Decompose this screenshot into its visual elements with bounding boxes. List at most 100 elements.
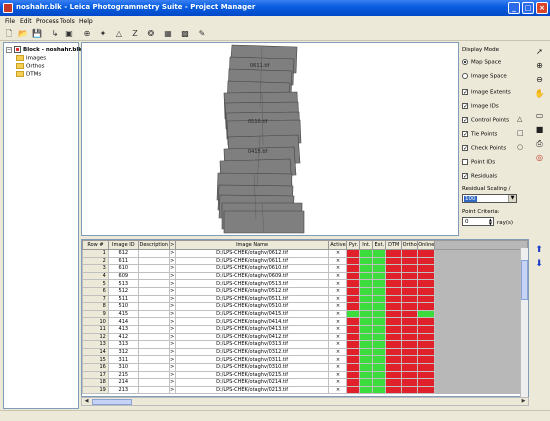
active-cell[interactable]: × xyxy=(328,279,348,288)
menu-process[interactable]: Process xyxy=(36,18,59,25)
menu-file[interactable]: File xyxy=(5,18,15,25)
radio-icon[interactable] xyxy=(462,73,468,79)
ortho-status-cell[interactable] xyxy=(401,317,419,326)
dtm-status-cell[interactable] xyxy=(385,294,403,304)
exterior-status-cell[interactable] xyxy=(372,271,387,281)
ortho-status-cell[interactable] xyxy=(401,378,419,387)
description-cell[interactable] xyxy=(137,256,170,266)
expand-cell[interactable]: > xyxy=(168,256,176,266)
exterior-status-cell[interactable] xyxy=(372,340,387,349)
pyramid-status-cell[interactable] xyxy=(346,286,361,296)
table-row[interactable]: 19 213 > D:/LPS-CHEK/otaghv/0213.tif × xyxy=(82,385,528,395)
interior-status-cell[interactable] xyxy=(359,378,374,387)
interior-status-cell[interactable] xyxy=(359,249,374,258)
select-arrow-icon[interactable]: ➚ xyxy=(534,46,545,57)
active-cell[interactable]: × xyxy=(328,264,348,273)
dtm-status-cell[interactable] xyxy=(385,286,403,296)
description-cell[interactable] xyxy=(137,279,170,288)
pyramid-status-cell[interactable] xyxy=(346,249,361,258)
active-cell[interactable]: × xyxy=(328,317,348,326)
image-id-cell[interactable]: 513 xyxy=(107,279,139,288)
row-number-cell[interactable]: 4 xyxy=(82,271,109,281)
point-measurement-icon[interactable]: ⊕ xyxy=(82,29,92,39)
expand-cell[interactable]: > xyxy=(168,249,176,258)
pyramid-status-cell[interactable] xyxy=(346,378,361,387)
active-cell[interactable]: × xyxy=(328,340,348,349)
mosaic-icon[interactable]: ▩ xyxy=(180,29,190,39)
row-number-cell[interactable]: 11 xyxy=(82,324,109,334)
online-status-cell[interactable] xyxy=(417,264,436,273)
tree-root[interactable]: − Block - noshahr.blk xyxy=(6,46,82,53)
ortho-status-cell[interactable] xyxy=(401,385,419,395)
image-name-cell[interactable]: D:/LPS-CHEK/otaghv/0610.tif xyxy=(174,264,330,273)
ortho-status-cell[interactable] xyxy=(401,249,419,258)
pyramid-status-cell[interactable] xyxy=(346,385,361,395)
target-icon[interactable]: ◎ xyxy=(534,152,545,163)
online-status-cell[interactable] xyxy=(417,249,436,258)
scroll-thumb[interactable] xyxy=(92,399,132,405)
row-number-cell[interactable]: 1 xyxy=(82,249,109,258)
online-status-cell[interactable] xyxy=(417,286,436,296)
pyramid-status-cell[interactable] xyxy=(346,264,361,273)
chevron-down-icon[interactable]: ▼ xyxy=(508,195,516,202)
table-row[interactable]: 6 512 > D:/LPS-CHEK/otaghv/0512.tif × xyxy=(82,286,528,296)
image-id-cell[interactable]: 311 xyxy=(107,355,139,364)
expand-cell[interactable]: > xyxy=(168,286,176,296)
control-points-checkbox[interactable]: ✓ Control Points xyxy=(462,117,509,124)
exterior-status-cell[interactable] xyxy=(372,347,387,357)
expand-cell[interactable]: > xyxy=(168,370,176,380)
exterior-status-cell[interactable] xyxy=(372,249,387,258)
active-cell[interactable]: × xyxy=(328,324,348,334)
scroll-left-icon[interactable]: ◀ xyxy=(82,398,91,405)
expand-cell[interactable]: > xyxy=(168,324,176,334)
online-status-cell[interactable] xyxy=(417,362,436,372)
dtm-status-cell[interactable] xyxy=(385,332,403,342)
interior-status-cell[interactable] xyxy=(359,385,374,395)
table-row[interactable]: 13 313 > D:/LPS-CHEK/otaghv/0313.tif × xyxy=(82,340,528,349)
expand-cell[interactable]: > xyxy=(168,347,176,357)
exterior-status-cell[interactable] xyxy=(372,294,387,304)
image-id-cell[interactable]: 213 xyxy=(107,385,139,395)
expand-cell[interactable]: > xyxy=(168,317,176,326)
online-status-cell[interactable] xyxy=(417,370,436,380)
active-cell[interactable]: × xyxy=(328,294,348,304)
frame-editor-icon[interactable]: ▣ xyxy=(64,29,74,39)
dtm-status-cell[interactable] xyxy=(385,256,403,266)
checkbox-icon[interactable]: ✓ xyxy=(462,103,468,110)
table-row[interactable]: 1 612 > D:/LPS-CHEK/otaghv/0612.tif × xyxy=(82,249,528,258)
menu-tools[interactable]: Tools xyxy=(60,18,75,25)
image-name-cell[interactable]: D:/LPS-CHEK/otaghv/0313.tif xyxy=(174,340,330,349)
exterior-status-cell[interactable] xyxy=(372,362,387,372)
col-description[interactable]: Description xyxy=(137,240,170,250)
expand-cell[interactable]: > xyxy=(168,302,176,311)
col-image-name[interactable]: Image Name xyxy=(174,240,330,250)
pan-hand-icon[interactable]: ✋ xyxy=(534,88,545,99)
row-number-cell[interactable]: 14 xyxy=(82,347,109,357)
row-number-cell[interactable]: 3 xyxy=(82,264,109,273)
expand-cell[interactable]: > xyxy=(168,340,176,349)
table-row[interactable]: 4 609 > D:/LPS-CHEK/otaghv/0609.tif × xyxy=(82,271,528,281)
image-name-cell[interactable]: D:/LPS-CHEK/otaghv/0510.tif xyxy=(174,302,330,311)
expand-cell[interactable]: > xyxy=(168,355,176,364)
online-status-cell[interactable] xyxy=(417,302,436,311)
table-vertical-scrollbar[interactable] xyxy=(520,248,528,397)
image-id-cell[interactable]: 310 xyxy=(107,362,139,372)
col-row-number[interactable]: Row # xyxy=(82,240,109,250)
image-id-cell[interactable]: 215 xyxy=(107,370,139,380)
row-number-cell[interactable]: 16 xyxy=(82,362,109,372)
minimize-button[interactable]: _ xyxy=(508,2,520,14)
image-name-cell[interactable]: D:/LPS-CHEK/otaghv/0512.tif xyxy=(174,286,330,296)
image-name-cell[interactable]: D:/LPS-CHEK/otaghv/0213.tif xyxy=(174,385,330,395)
dtm-status-cell[interactable] xyxy=(385,309,403,319)
expand-cell[interactable]: > xyxy=(168,279,176,288)
tie-points-checkbox[interactable]: ✓ Tie Points xyxy=(462,131,497,138)
menu-help[interactable]: Help xyxy=(79,18,93,25)
description-cell[interactable] xyxy=(137,378,170,387)
zoom-in-icon[interactable]: ⊕ xyxy=(534,60,545,71)
image-id-cell[interactable]: 312 xyxy=(107,347,139,357)
description-cell[interactable] xyxy=(137,302,170,311)
block-map-canvas[interactable]: 0611.tif 0510.tif 0415.tif xyxy=(81,42,459,236)
pyramid-status-cell[interactable] xyxy=(346,302,361,311)
ortho-status-cell[interactable] xyxy=(401,332,419,342)
tie-point-icon[interactable]: ✦ xyxy=(98,29,108,39)
